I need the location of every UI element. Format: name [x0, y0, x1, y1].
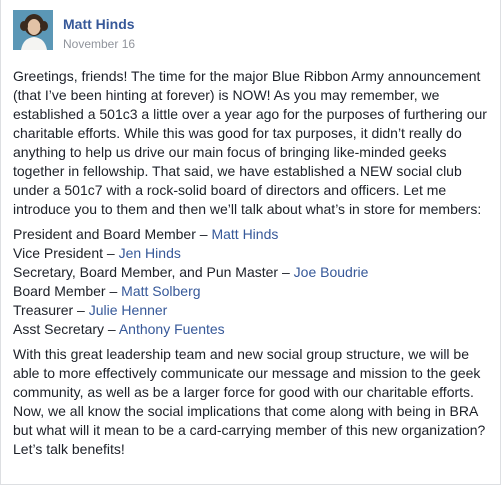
role-title: Asst Secretary –	[13, 321, 119, 337]
role-title: Secretary, Board Member, and Pun Master …	[13, 264, 294, 280]
member-link-joe-boudrie[interactable]: Joe Boudrie	[294, 264, 369, 280]
list-item: Treasurer – Julie Henner	[13, 301, 491, 320]
role-title: Treasurer –	[13, 302, 89, 318]
list-item: Asst Secretary – Anthony Fuentes	[13, 320, 491, 339]
role-title: President and Board Member –	[13, 226, 212, 242]
list-item: President and Board Member – Matt Hinds	[13, 225, 491, 244]
facebook-post: Matt Hinds November 16 Greetings, friend…	[0, 0, 501, 485]
member-link-matt-hinds[interactable]: Matt Hinds	[211, 226, 278, 242]
post-timestamp[interactable]: November 16	[63, 37, 135, 51]
post-body: Greetings, friends! The time for the maj…	[13, 67, 491, 465]
member-link-julie-henner[interactable]: Julie Henner	[89, 302, 168, 318]
list-item: Board Member – Matt Solberg	[13, 282, 491, 301]
list-item: Secretary, Board Member, and Pun Master …	[13, 263, 491, 282]
author-name[interactable]: Matt Hinds	[63, 16, 135, 32]
avatar-photo-icon	[13, 10, 53, 50]
avatar[interactable]	[13, 10, 53, 50]
member-link-jen-hinds[interactable]: Jen Hinds	[119, 245, 181, 261]
intro-paragraph: Greetings, friends! The time for the maj…	[13, 68, 487, 217]
closing-paragraph: With this great leadership team and new …	[13, 346, 486, 457]
role-title: Board Member –	[13, 283, 122, 299]
member-link-matt-solberg[interactable]: Matt Solberg	[121, 283, 200, 299]
post-header: Matt Hinds November 16	[1, 0, 500, 68]
role-title: Vice President –	[13, 245, 119, 261]
officer-list: President and Board Member – Matt Hinds …	[13, 225, 491, 339]
list-item: Vice President – Jen Hinds	[13, 244, 491, 263]
member-link-anthony-fuentes[interactable]: Anthony Fuentes	[119, 321, 225, 337]
